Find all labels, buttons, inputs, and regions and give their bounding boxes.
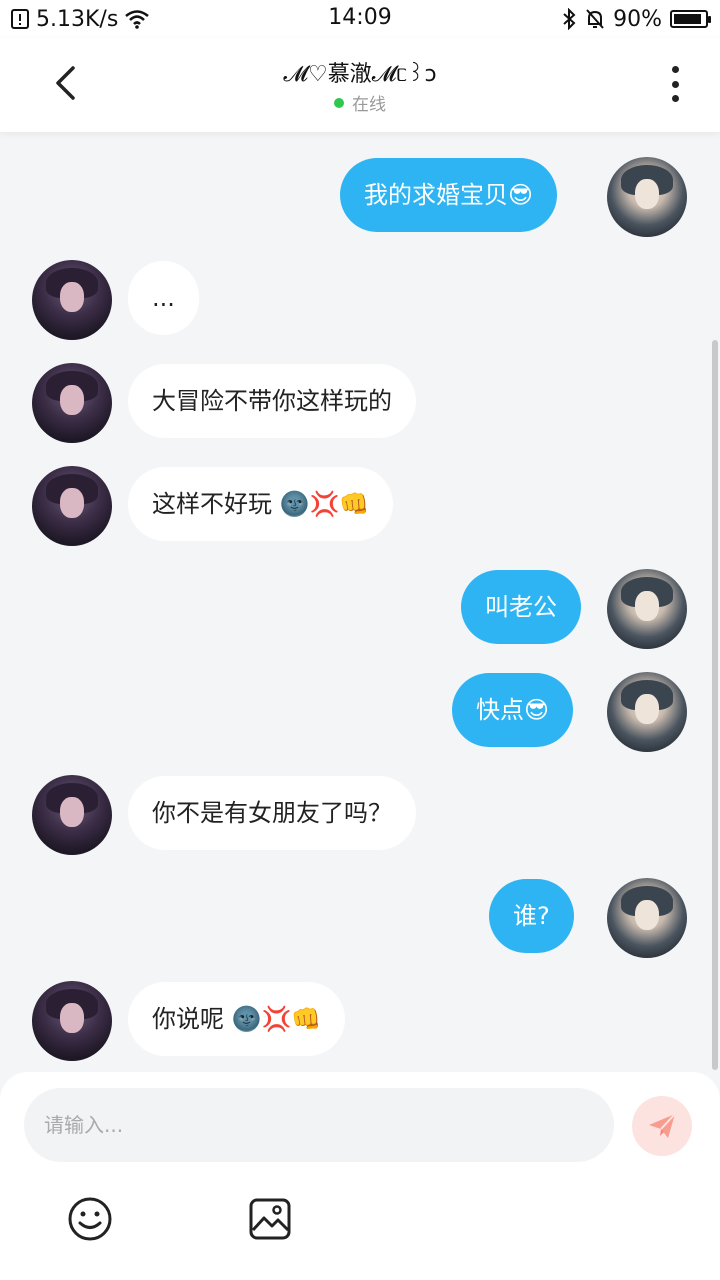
online-dot-icon	[334, 97, 344, 108]
message-bubble-received[interactable]: ...	[128, 261, 199, 335]
image-button[interactable]	[247, 1196, 293, 1242]
more-options-button[interactable]	[660, 64, 690, 104]
message-bubble-sent[interactable]: 谁?	[489, 879, 574, 953]
battery-level	[674, 14, 701, 24]
my-avatar[interactable]	[607, 569, 687, 649]
contact-avatar[interactable]	[32, 260, 112, 340]
contact-avatar[interactable]	[32, 363, 112, 443]
contact-name: 𝓜♡慕澈𝓜ᥴ꒱ↄ	[283, 62, 437, 87]
mute-bell-icon	[586, 9, 604, 29]
more-vertical-icon	[671, 66, 679, 73]
message-input[interactable]	[24, 1088, 614, 1162]
chat-header: 𝓜♡慕澈𝓜ᥴ꒱ↄ 在线	[0, 38, 720, 132]
message-bubble-sent[interactable]: 快点😎	[452, 673, 574, 747]
input-area	[0, 1072, 720, 1280]
message-bubble-received[interactable]: 你说呢 🌚💢👊	[128, 982, 346, 1056]
online-status-label: 在线	[352, 95, 386, 115]
image-icon	[249, 1198, 291, 1240]
my-avatar[interactable]	[607, 157, 687, 237]
emoji-button[interactable]	[67, 1196, 113, 1242]
emoji-smile-icon	[68, 1197, 112, 1241]
message-bubble-sent[interactable]: 我的求婚宝贝😎	[340, 158, 558, 232]
send-paper-plane-icon	[649, 1113, 676, 1138]
battery-percent: 90%	[613, 6, 662, 32]
contact-avatar[interactable]	[32, 775, 112, 855]
message-bubble-sent[interactable]: 叫老公	[461, 570, 581, 644]
my-avatar[interactable]	[607, 672, 687, 752]
battery-icon	[670, 10, 711, 28]
status-bar: 5.13K/s 14:09 90%	[0, 0, 720, 38]
send-button[interactable]	[632, 1096, 692, 1156]
online-status: 在线	[0, 90, 720, 115]
contact-avatar[interactable]	[32, 981, 112, 1061]
message-bubble-received[interactable]: 大冒险不带你这样玩的	[128, 364, 416, 438]
status-right: 90%	[561, 0, 711, 38]
contact-avatar[interactable]	[32, 466, 112, 546]
bluetooth-icon	[563, 8, 576, 30]
message-bubble-received[interactable]: 这样不好玩 🌚💢👊	[128, 467, 394, 541]
message-bubble-received[interactable]: 你不是有女朋友了吗？	[128, 776, 416, 850]
scrollbar[interactable]	[712, 340, 718, 1070]
my-avatar[interactable]	[607, 878, 687, 958]
